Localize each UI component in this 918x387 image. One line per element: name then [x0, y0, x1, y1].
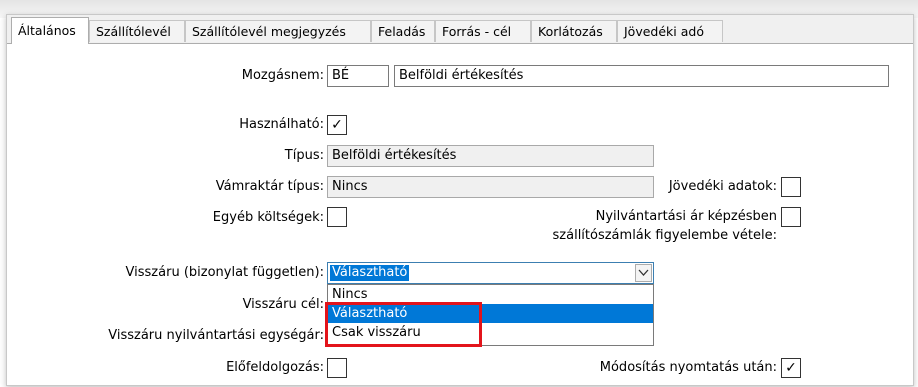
- jovedeki-adatok-label: Jövedéki adatok:: [668, 179, 777, 194]
- tab-jovedeki-ado[interactable]: Jövedéki adó: [617, 20, 723, 42]
- egyeb-koltsegek-checkbox[interactable]: [327, 207, 347, 227]
- properties-window: Általános Szállítólevél Szállítólevél me…: [6, 14, 914, 386]
- modositas-nyomtatas-checkbox[interactable]: ✓: [781, 358, 801, 378]
- nyilvantartasi-ar-checkbox[interactable]: [781, 207, 801, 227]
- mozgasnem-name-field[interactable]: Belföldi értékesítés: [394, 65, 889, 87]
- tab-feladas[interactable]: Feladás: [371, 20, 435, 42]
- tipus-field: Belföldi értékesítés: [327, 145, 654, 167]
- mozgasnem-code-field[interactable]: BÉ: [327, 65, 389, 87]
- tab-korlatozas[interactable]: Korlátozás: [531, 20, 617, 42]
- hasznalhato-label: Használható:: [239, 117, 324, 132]
- vamraktar-label: Vámraktár típus:: [215, 179, 324, 194]
- chevron-down-icon[interactable]: [635, 264, 652, 282]
- tab-bar: Általános Szállítólevél Szállítólevél me…: [7, 15, 913, 44]
- tab-forras-cel[interactable]: Forrás - cél: [435, 20, 531, 42]
- elofeldolgozas-checkbox[interactable]: [327, 358, 347, 378]
- vamraktar-field: Nincs: [327, 176, 654, 198]
- visszaru-combobox[interactable]: Választható: [327, 262, 654, 284]
- egyeb-koltsegek-label: Egyéb költségek:: [212, 210, 324, 225]
- tab-szallitolevel[interactable]: Szállítólevél: [89, 20, 185, 42]
- hasznalhato-checkbox[interactable]: ✓: [327, 115, 347, 135]
- visszaru-label: Visszáru (bizonylat független):: [125, 265, 324, 280]
- visszaru-selected-value: Választható: [330, 265, 410, 281]
- visszaru-cel-label: Visszáru cél:: [242, 297, 324, 312]
- elofeldolgozas-label: Előfeldolgozás:: [226, 360, 324, 375]
- nyilvantartasi-ar-label-1: Nyilvántartási ár képzésben: [595, 209, 777, 224]
- tipus-label: Típus:: [284, 148, 324, 163]
- tab-altalanos[interactable]: Általános: [11, 17, 89, 44]
- jovedeki-adatok-checkbox[interactable]: [781, 177, 801, 197]
- nyilvantartasi-ar-label-2: szállítószámlák figyelembe vétele:: [552, 228, 777, 243]
- tab-szallitolevel-megjegyzes[interactable]: Szállítólevél megjegyzés: [185, 20, 371, 42]
- modositas-nyomtatas-label: Módosítás nyomtatás után:: [599, 360, 777, 375]
- highlight-annotation-box: [325, 302, 482, 347]
- mozgasnem-label: Mozgásnem:: [241, 68, 324, 83]
- visszaru-egysegar-label: Visszáru nyilvántartási egységár:: [108, 328, 324, 343]
